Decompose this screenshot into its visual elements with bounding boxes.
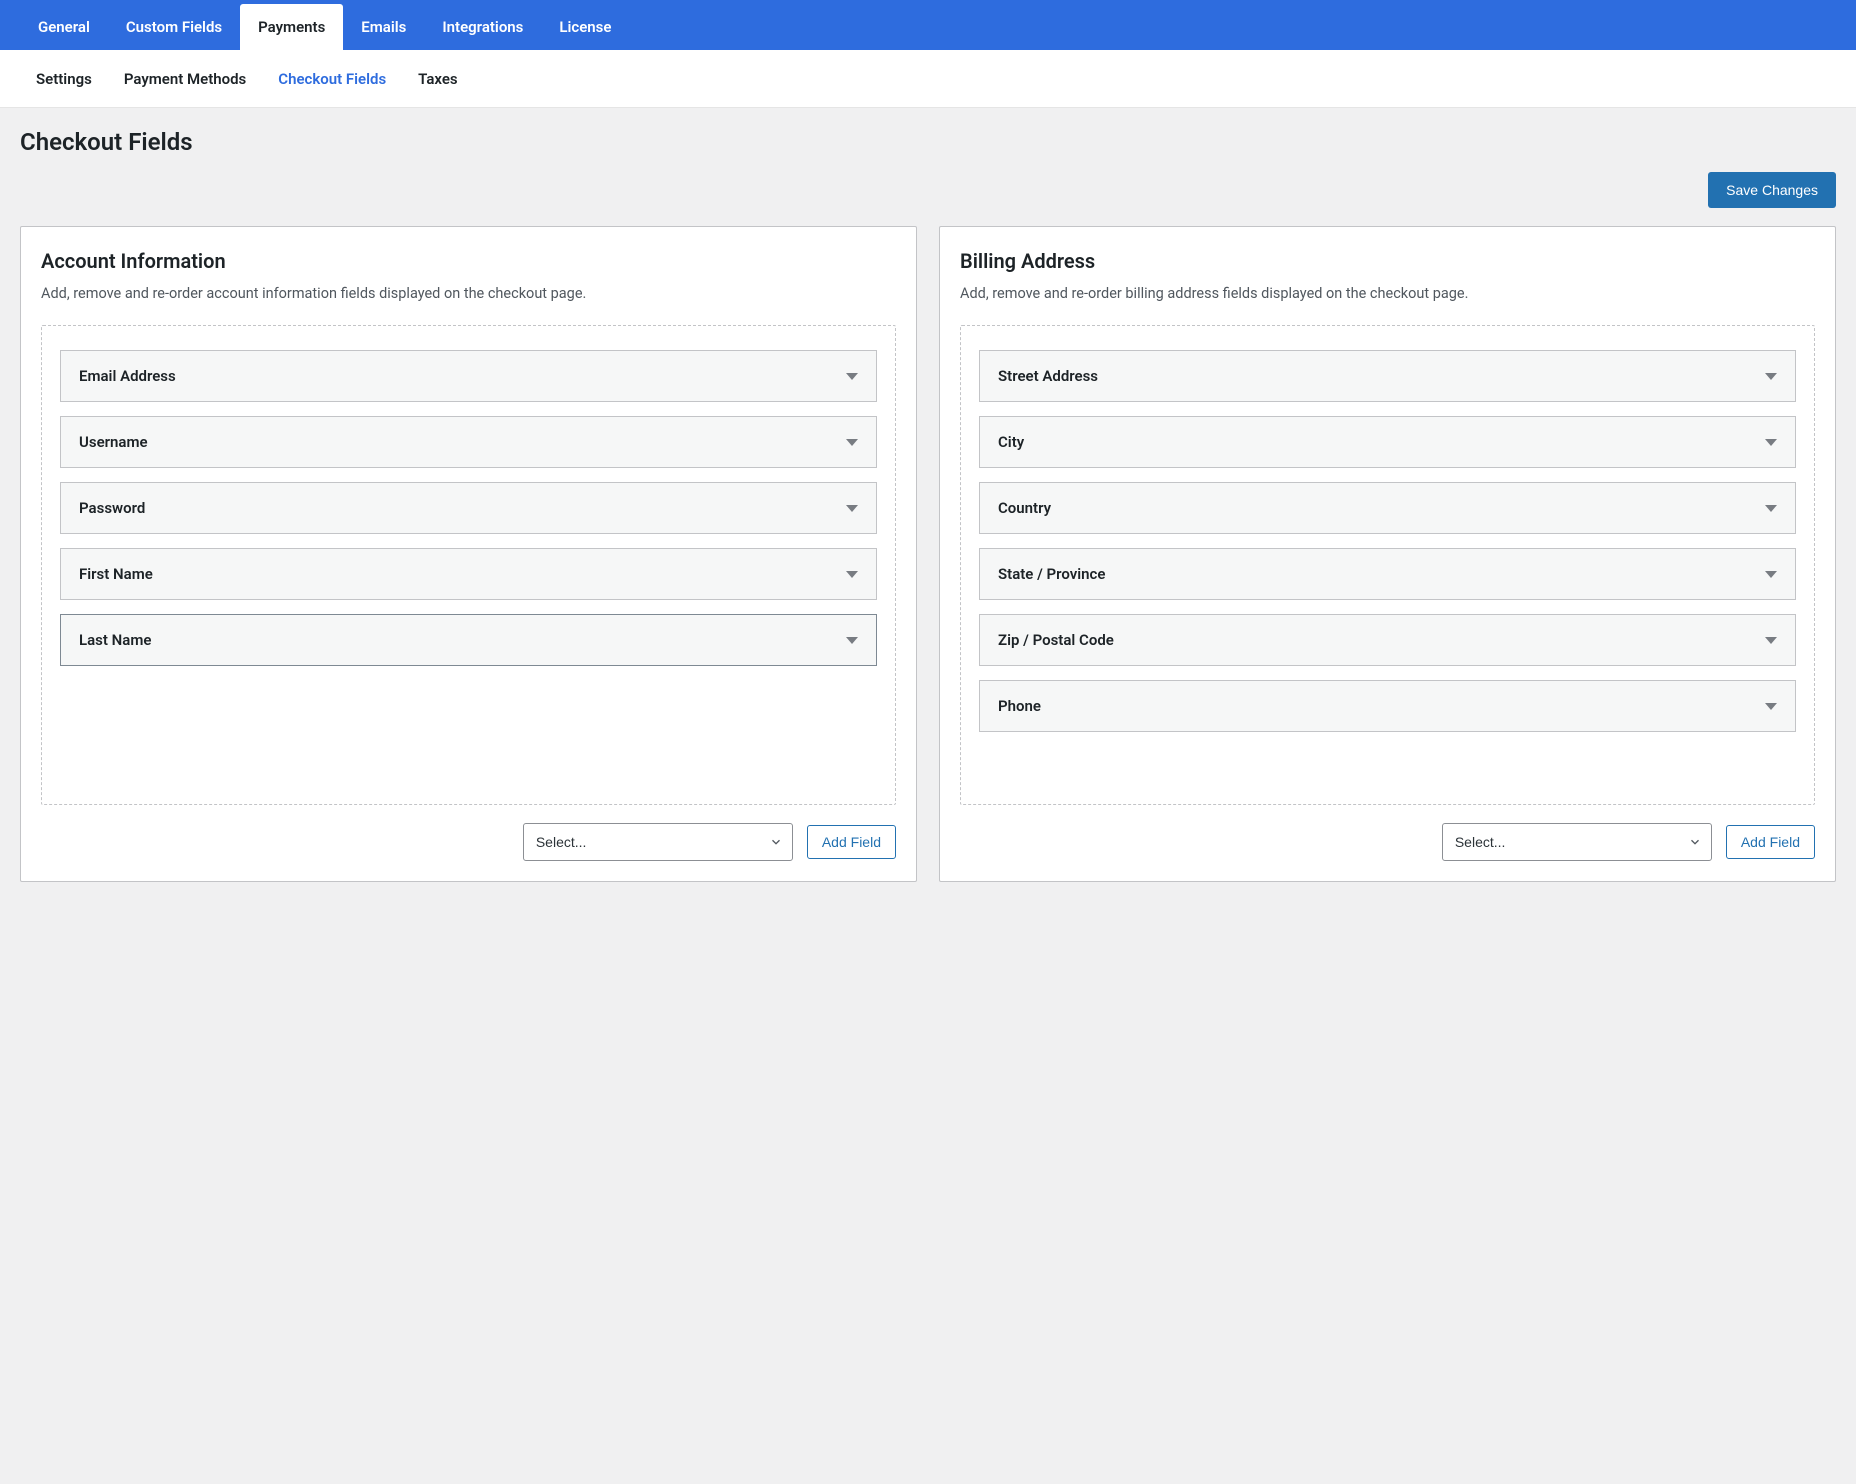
expand-icon bbox=[1765, 703, 1777, 710]
expand-icon bbox=[846, 439, 858, 446]
save-button[interactable]: Save Changes bbox=[1708, 172, 1836, 208]
field-label: City bbox=[998, 433, 1024, 451]
field-label: Zip / Postal Code bbox=[998, 631, 1114, 649]
field-label: Email Address bbox=[79, 367, 176, 385]
billing-field-select-wrap: Select... bbox=[1442, 823, 1712, 861]
expand-icon bbox=[1765, 571, 1777, 578]
field-label: Username bbox=[79, 433, 148, 451]
field-row-phone[interactable]: Phone bbox=[979, 680, 1796, 732]
billing-card-footer: Select... Add Field bbox=[960, 823, 1815, 861]
tab-payments[interactable]: Payments bbox=[240, 4, 343, 50]
expand-icon bbox=[846, 571, 858, 578]
account-card-footer: Select... Add Field bbox=[41, 823, 896, 861]
field-row-state-province[interactable]: State / Province bbox=[979, 548, 1796, 600]
field-label: Password bbox=[79, 499, 145, 517]
tab-integrations[interactable]: Integrations bbox=[424, 4, 541, 50]
field-label: First Name bbox=[79, 565, 153, 583]
expand-icon bbox=[846, 505, 858, 512]
page-body: Checkout Fields Save Changes Account Inf… bbox=[0, 108, 1856, 902]
primary-tabs: General Custom Fields Payments Emails In… bbox=[0, 0, 1856, 50]
account-field-select-wrap: Select... bbox=[523, 823, 793, 861]
field-row-city[interactable]: City bbox=[979, 416, 1796, 468]
account-add-field-button[interactable]: Add Field bbox=[807, 825, 896, 859]
field-row-username[interactable]: Username bbox=[60, 416, 877, 468]
tab-license[interactable]: License bbox=[541, 4, 629, 50]
cards-container: Account Information Add, remove and re-o… bbox=[20, 226, 1836, 882]
sub-tabs: Settings Payment Methods Checkout Fields… bbox=[0, 50, 1856, 108]
tab-custom-fields[interactable]: Custom Fields bbox=[108, 4, 240, 50]
field-label: Last Name bbox=[79, 631, 151, 649]
field-row-country[interactable]: Country bbox=[979, 482, 1796, 534]
expand-icon bbox=[846, 373, 858, 380]
tab-general[interactable]: General bbox=[20, 4, 108, 50]
expand-icon bbox=[846, 637, 858, 644]
account-field-select[interactable]: Select... bbox=[523, 823, 793, 861]
billing-field-select[interactable]: Select... bbox=[1442, 823, 1712, 861]
subtab-checkout-fields[interactable]: Checkout Fields bbox=[262, 52, 402, 106]
field-row-street-address[interactable]: Street Address bbox=[979, 350, 1796, 402]
billing-add-field-button[interactable]: Add Field bbox=[1726, 825, 1815, 859]
subtab-settings[interactable]: Settings bbox=[20, 52, 108, 106]
billing-card-description: Add, remove and re-order billing address… bbox=[960, 283, 1815, 305]
subtab-taxes[interactable]: Taxes bbox=[402, 52, 473, 106]
expand-icon bbox=[1765, 505, 1777, 512]
page-title: Checkout Fields bbox=[20, 128, 1836, 156]
field-row-password[interactable]: Password bbox=[60, 482, 877, 534]
expand-icon bbox=[1765, 373, 1777, 380]
billing-card-title: Billing Address bbox=[960, 249, 1815, 273]
billing-field-zone[interactable]: Street Address City Country State / Prov… bbox=[960, 325, 1815, 805]
save-row: Save Changes bbox=[20, 172, 1836, 208]
expand-icon bbox=[1765, 637, 1777, 644]
field-label: Street Address bbox=[998, 367, 1098, 385]
subtab-payment-methods[interactable]: Payment Methods bbox=[108, 52, 262, 106]
account-card-title: Account Information bbox=[41, 249, 896, 273]
field-label: State / Province bbox=[998, 565, 1105, 583]
field-row-email-address[interactable]: Email Address bbox=[60, 350, 877, 402]
account-card-description: Add, remove and re-order account informa… bbox=[41, 283, 896, 305]
account-card: Account Information Add, remove and re-o… bbox=[20, 226, 917, 882]
tab-emails[interactable]: Emails bbox=[343, 4, 424, 50]
billing-card: Billing Address Add, remove and re-order… bbox=[939, 226, 1836, 882]
field-label: Phone bbox=[998, 697, 1041, 715]
field-row-last-name[interactable]: Last Name bbox=[60, 614, 877, 666]
field-label: Country bbox=[998, 499, 1051, 517]
field-row-first-name[interactable]: First Name bbox=[60, 548, 877, 600]
expand-icon bbox=[1765, 439, 1777, 446]
field-row-zip-postal-code[interactable]: Zip / Postal Code bbox=[979, 614, 1796, 666]
account-field-zone[interactable]: Email Address Username Password First Na… bbox=[41, 325, 896, 805]
